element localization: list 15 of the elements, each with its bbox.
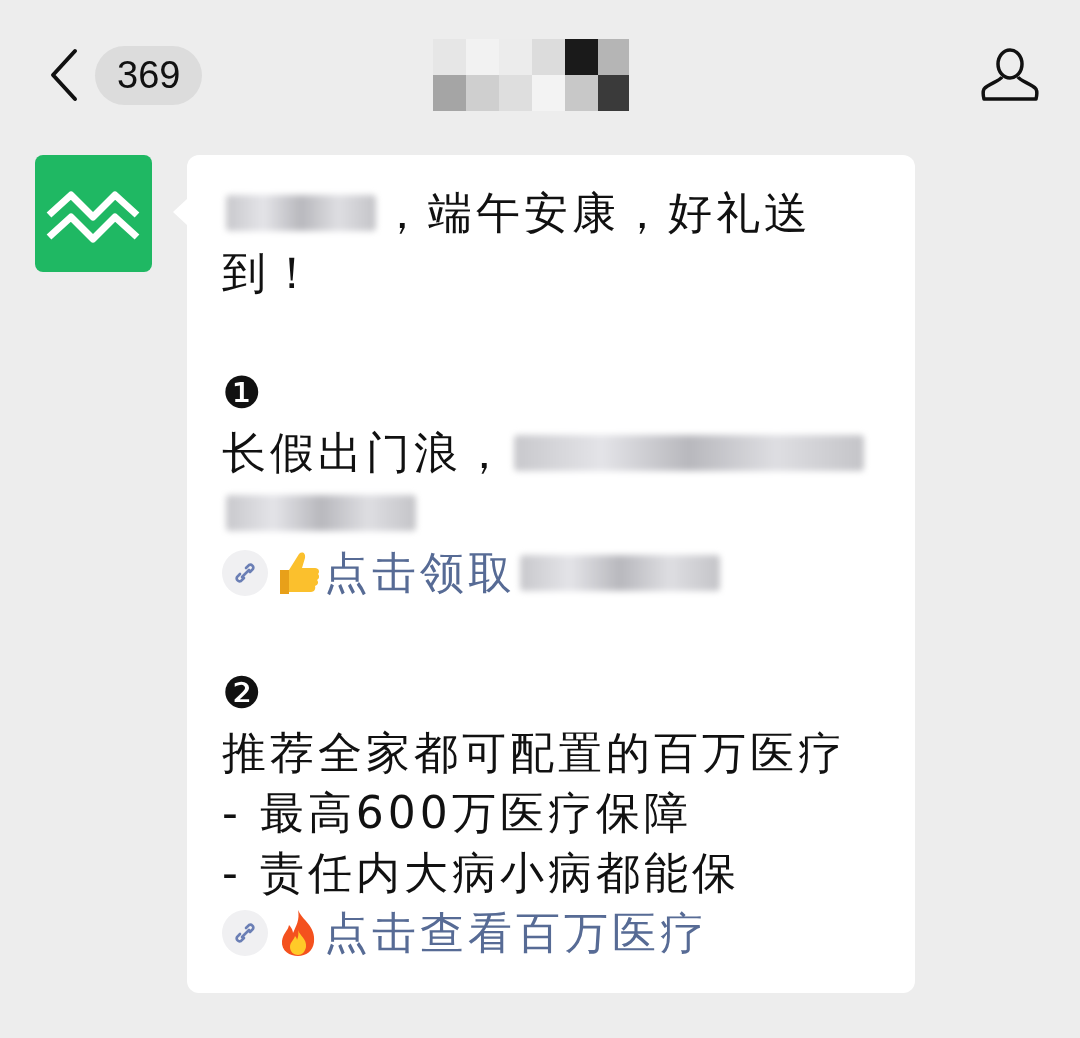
message-text: 推荐全家都可配置的百万医疗	[222, 726, 846, 780]
unread-count-badge: 369	[95, 45, 203, 105]
message-text: 长假出门浪，	[222, 426, 510, 480]
message-text: ❷	[222, 666, 266, 720]
message-text: - 最高600万医疗保障	[222, 786, 692, 840]
link-icon	[222, 550, 268, 596]
link-icon	[222, 910, 268, 956]
profile-icon[interactable]	[980, 47, 1040, 103]
message-text: ❶	[222, 366, 266, 420]
message-text: - 责任内大病小病都能保	[222, 846, 740, 900]
message-link[interactable]: 点击领取	[324, 543, 516, 603]
message-text: ，端午安康，好礼送	[380, 186, 812, 240]
avatar[interactable]	[35, 155, 152, 272]
message-link[interactable]: 点击查看百万医疗	[324, 903, 708, 963]
message-text: 到！	[222, 246, 318, 300]
